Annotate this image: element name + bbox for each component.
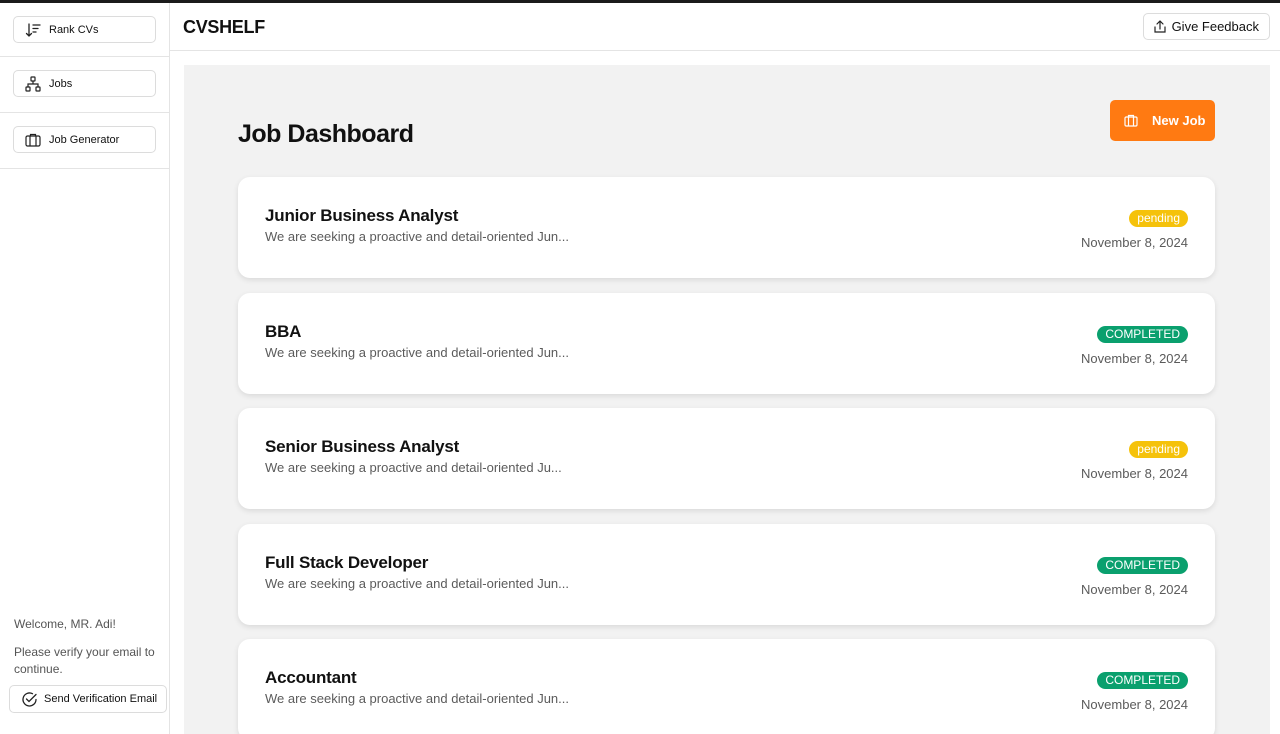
job-date: November 8, 2024 [1081, 350, 1188, 366]
job-description: We are seeking a proactive and detail-or… [265, 575, 569, 591]
job-card[interactable]: BBA We are seeking a proactive and detai… [238, 292, 1215, 394]
app-brand: CVSHELF [183, 17, 265, 37]
job-card[interactable]: Accountant We are seeking a proactive an… [238, 639, 1215, 734]
status-badge: COMPLETED [1097, 672, 1188, 689]
verify-email-message: Please verify your email to continue. [14, 645, 155, 676]
status-badge: pending [1129, 441, 1188, 458]
job-description: We are seeking a proactive and detail-or… [265, 460, 562, 475]
job-description: We are seeking a proactive and detail-or… [265, 691, 569, 706]
briefcase-icon [1124, 114, 1138, 127]
share-upload-icon [1153, 20, 1166, 33]
job-title: Junior Business Analyst [265, 206, 459, 225]
job-description: We are seeking a proactive and detail-or… [265, 229, 569, 244]
sidebar-item-job-generator[interactable]: Job Generator [13, 126, 156, 153]
give-feedback-label: Give Feedback [1171, 19, 1259, 34]
sidebar-group-jobs: Jobs [0, 57, 169, 113]
sidebar-item-jobs[interactable]: Jobs [13, 70, 156, 97]
top-header: CVSHELF Give Feedback [170, 3, 1280, 51]
sidebar-footer: Welcome, MR. Adi! Please verify your ema… [0, 614, 170, 734]
sidebar-item-label: Rank CVs [49, 23, 99, 36]
job-card[interactable]: Junior Business Analyst We are seeking a… [238, 177, 1215, 278]
job-title: Full Stack Developer [265, 552, 429, 572]
welcome-text: Welcome, MR. Adi! [14, 617, 116, 631]
send-verification-email-button[interactable]: Send Verification Email [9, 685, 167, 713]
new-job-button[interactable]: New Job [1110, 100, 1215, 141]
sidebar-item-rank-cvs[interactable]: Rank CVs [13, 16, 156, 43]
job-description: We are seeking a proactive and detail-or… [265, 344, 569, 360]
job-date: November 8, 2024 [1081, 235, 1188, 250]
briefcase-icon [24, 131, 42, 149]
new-job-label: New Job [1152, 113, 1206, 128]
status-badge: pending [1129, 210, 1188, 227]
send-verification-email-label: Send Verification Email [44, 693, 158, 705]
page-title: Job Dashboard [238, 120, 414, 148]
job-title: Accountant [265, 668, 357, 687]
check-circle-icon [20, 690, 38, 708]
job-title: Senior Business Analyst [265, 437, 460, 456]
give-feedback-button[interactable]: Give Feedback [1142, 13, 1270, 40]
hierarchy-icon [24, 75, 42, 93]
status-badge: COMPLETED [1097, 556, 1188, 574]
sort-descending-icon [24, 21, 42, 39]
sidebar-item-label: Job Generator [49, 133, 120, 146]
main-content: Job Dashboard New Job Junior Business An… [184, 65, 1270, 734]
sidebar-item-label: Jobs [49, 77, 73, 90]
status-badge: COMPLETED [1097, 325, 1188, 343]
sidebar-group-rank: Rank CVs [0, 3, 169, 57]
job-date: November 8, 2024 [1081, 697, 1188, 712]
job-list: Junior Business Analyst We are seeking a… [238, 177, 1215, 734]
job-card[interactable]: Senior Business Analyst We are seeking a… [238, 408, 1215, 509]
job-card[interactable]: Full Stack Developer We are seeking a pr… [238, 523, 1215, 625]
sidebar-group-generator: Job Generator [0, 113, 169, 169]
job-date: November 8, 2024 [1081, 466, 1188, 481]
job-date: November 8, 2024 [1081, 581, 1188, 597]
sidebar: Rank CVs Jobs Job Generator Welcome, MR.… [0, 3, 170, 734]
job-title: BBA [265, 321, 302, 341]
